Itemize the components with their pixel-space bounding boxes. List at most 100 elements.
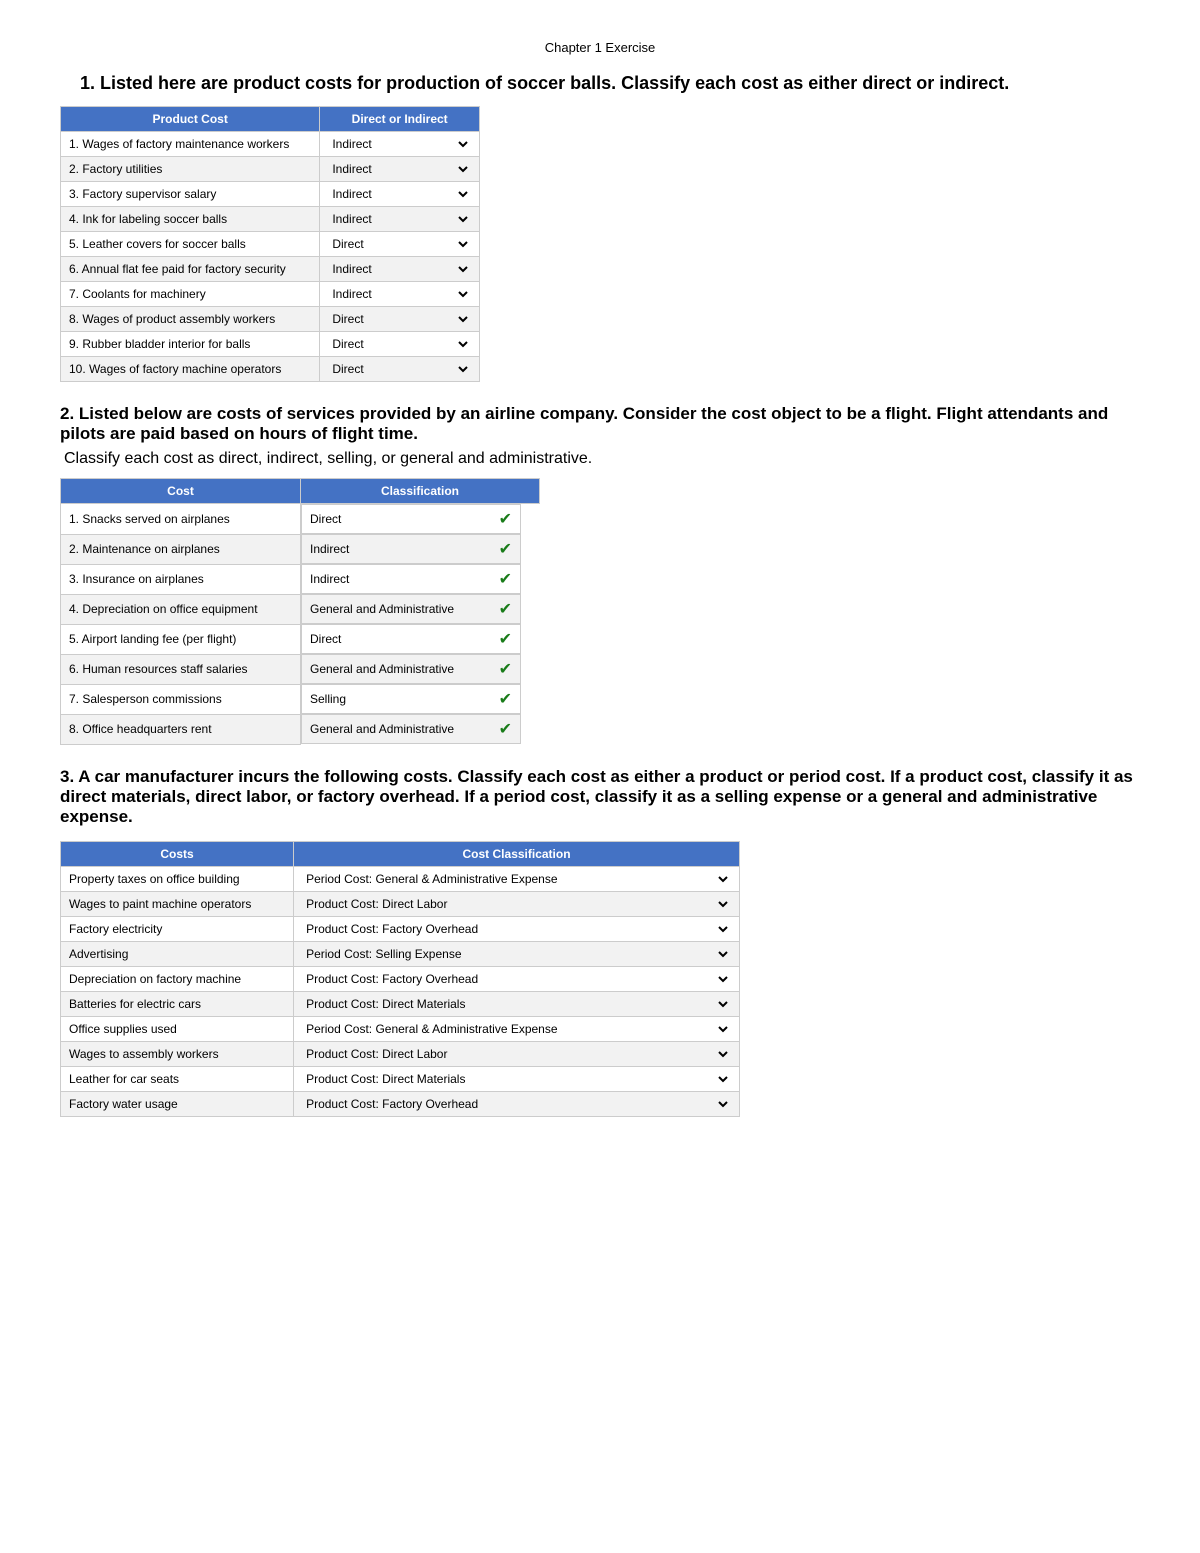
q3-row-classification-4[interactable]: Period Cost: General & Administrative Ex… — [294, 966, 740, 991]
q2-row-classification-4: Direct ✔ — [301, 624, 521, 654]
q1-select-5[interactable]: DirectIndirect — [328, 261, 471, 277]
q2-row-classification-5: General and Administrative ✔ — [301, 654, 521, 684]
q2-row-cost-4: 5. Airport landing fee (per flight) — [61, 624, 301, 654]
q1-row-cost-7: 8. Wages of product assembly workers — [61, 307, 320, 332]
q1-select-7[interactable]: DirectIndirect — [328, 311, 471, 327]
q3-row-cost-5: Batteries for electric cars — [61, 991, 294, 1016]
q2-col1-header: Cost — [61, 479, 301, 504]
q1-row-cost-1: 2. Factory utilities — [61, 157, 320, 182]
q1-row-cost-4: 5. Leather covers for soccer balls — [61, 232, 320, 257]
q3-select-0[interactable]: Period Cost: General & Administrative Ex… — [302, 871, 731, 887]
q2-row-classification-7: General and Administrative✔ — [301, 714, 521, 744]
q1-select-2[interactable]: DirectIndirect — [328, 186, 471, 202]
q1-col1-header: Product Cost — [61, 107, 320, 132]
q1-row-classification-4[interactable]: DirectIndirect — [320, 232, 480, 257]
q2-checkmark-4: ✔ — [499, 629, 512, 649]
q3-col2-header: Cost Classification — [294, 841, 740, 866]
question-2-sub: Classify each cost as direct, indirect, … — [60, 450, 1140, 468]
q2-checkmark-1: ✔ — [499, 539, 512, 559]
q1-row-classification-2[interactable]: DirectIndirect — [320, 182, 480, 207]
q2-checkmark-7: ✔ — [499, 719, 512, 739]
q2-classification-text-2: Indirect — [310, 572, 349, 586]
q1-select-8[interactable]: DirectIndirect — [328, 336, 471, 352]
q2-row-classification-0: Direct✔ — [301, 504, 521, 534]
q1-row-cost-5: 6. Annual flat fee paid for factory secu… — [61, 257, 320, 282]
q2-checkmark-0: ✔ — [499, 509, 512, 529]
q3-row-cost-6: Office supplies used — [61, 1016, 294, 1041]
q1-select-1[interactable]: DirectIndirect — [328, 161, 471, 177]
q3-row-classification-3[interactable]: Period Cost: General & Administrative Ex… — [294, 941, 740, 966]
q2-classification-text-5: General and Administrative — [310, 662, 454, 676]
question-2-section: 2. Listed below are costs of services pr… — [60, 404, 1140, 745]
q1-row-classification-8[interactable]: DirectIndirect — [320, 332, 480, 357]
q3-row-cost-3: Advertising — [61, 941, 294, 966]
q3-row-classification-0[interactable]: Period Cost: General & Administrative Ex… — [294, 866, 740, 891]
q1-row-classification-1[interactable]: DirectIndirect — [320, 157, 480, 182]
q3-select-3[interactable]: Period Cost: General & Administrative Ex… — [302, 946, 731, 962]
q3-row-classification-6[interactable]: Period Cost: General & Administrative Ex… — [294, 1016, 740, 1041]
q1-row-cost-3: 4. Ink for labeling soccer balls — [61, 207, 320, 232]
question-2-heading: 2. Listed below are costs of services pr… — [60, 404, 1140, 444]
q2-row-classification-2: Indirect ✔ — [301, 564, 521, 594]
q1-row-cost-0: 1. Wages of factory maintenance workers — [61, 132, 320, 157]
q3-row-cost-0: Property taxes on office building — [61, 866, 294, 891]
q3-select-9[interactable]: Period Cost: General & Administrative Ex… — [302, 1096, 731, 1112]
q3-row-classification-1[interactable]: Period Cost: General & Administrative Ex… — [294, 891, 740, 916]
q3-row-cost-8: Leather for car seats — [61, 1066, 294, 1091]
q2-checkmark-2: ✔ — [499, 569, 512, 589]
q1-row-classification-9[interactable]: DirectIndirect — [320, 357, 480, 382]
q2-classification-text-3: General and Administrative — [310, 602, 454, 616]
question-1-table: Product Cost Direct or Indirect 1. Wages… — [60, 106, 480, 382]
q1-select-9[interactable]: DirectIndirect — [328, 361, 471, 377]
q3-select-1[interactable]: Period Cost: General & Administrative Ex… — [302, 896, 731, 912]
q1-select-6[interactable]: DirectIndirect — [328, 286, 471, 302]
question-1-section: 1. Listed here are product costs for pro… — [60, 73, 1140, 382]
q2-row-cost-2: 3. Insurance on airplanes — [61, 564, 301, 594]
q3-select-2[interactable]: Period Cost: General & Administrative Ex… — [302, 921, 731, 937]
q2-row-cost-6: 7. Salesperson commissions — [61, 684, 301, 714]
q1-row-cost-6: 7. Coolants for machinery — [61, 282, 320, 307]
q1-row-cost-8: 9. Rubber bladder interior for balls — [61, 332, 320, 357]
q1-row-classification-6[interactable]: DirectIndirect — [320, 282, 480, 307]
q1-row-cost-9: 10. Wages of factory machine operators — [61, 357, 320, 382]
q2-classification-text-1: Indirect — [310, 542, 349, 556]
q3-select-4[interactable]: Period Cost: General & Administrative Ex… — [302, 971, 731, 987]
q1-col2-header: Direct or Indirect — [320, 107, 480, 132]
q3-select-7[interactable]: Period Cost: General & Administrative Ex… — [302, 1046, 731, 1062]
q2-checkmark-3: ✔ — [499, 599, 512, 619]
q2-row-cost-0: 1. Snacks served on airplanes — [61, 504, 301, 535]
q3-row-classification-2[interactable]: Period Cost: General & Administrative Ex… — [294, 916, 740, 941]
q1-select-3[interactable]: DirectIndirect — [328, 211, 471, 227]
q1-row-classification-0[interactable]: DirectIndirect — [320, 132, 480, 157]
q3-row-cost-1: Wages to paint machine operators — [61, 891, 294, 916]
q3-col1-header: Costs — [61, 841, 294, 866]
question-3-section: 3. A car manufacturer incurs the followi… — [60, 767, 1140, 1117]
q2-checkmark-5: ✔ — [499, 659, 512, 679]
q1-select-4[interactable]: DirectIndirect — [328, 236, 471, 252]
q1-row-classification-7[interactable]: DirectIndirect — [320, 307, 480, 332]
q3-row-classification-5[interactable]: Period Cost: General & Administrative Ex… — [294, 991, 740, 1016]
q2-row-classification-6: Selling ✔ — [301, 684, 521, 714]
q3-select-8[interactable]: Period Cost: General & Administrative Ex… — [302, 1071, 731, 1087]
q2-checkmark-6: ✔ — [499, 689, 512, 709]
question-3-heading: 3. A car manufacturer incurs the followi… — [60, 767, 1140, 827]
q2-row-cost-7: 8. Office headquarters rent — [61, 714, 301, 744]
q1-row-classification-3[interactable]: DirectIndirect — [320, 207, 480, 232]
q3-row-cost-9: Factory water usage — [61, 1091, 294, 1116]
q2-row-classification-3: General and Administrative ✔ — [301, 594, 521, 624]
question-1-heading: 1. Listed here are product costs for pro… — [60, 73, 1140, 94]
q1-row-classification-5[interactable]: DirectIndirect — [320, 257, 480, 282]
q3-select-6[interactable]: Period Cost: General & Administrative Ex… — [302, 1021, 731, 1037]
question-3-table: Costs Cost Classification Property taxes… — [60, 841, 740, 1117]
q3-row-cost-2: Factory electricity — [61, 916, 294, 941]
q3-select-5[interactable]: Period Cost: General & Administrative Ex… — [302, 996, 731, 1012]
q1-select-0[interactable]: DirectIndirect — [328, 136, 471, 152]
q2-col2-header: Classification — [301, 479, 540, 504]
q2-classification-text-6: Selling — [310, 692, 346, 706]
q3-row-classification-8[interactable]: Period Cost: General & Administrative Ex… — [294, 1066, 740, 1091]
q3-row-classification-7[interactable]: Period Cost: General & Administrative Ex… — [294, 1041, 740, 1066]
q3-row-cost-4: Depreciation on factory machine — [61, 966, 294, 991]
q3-row-classification-9[interactable]: Period Cost: General & Administrative Ex… — [294, 1091, 740, 1116]
q2-classification-text-4: Direct — [310, 632, 341, 646]
page-title: Chapter 1 Exercise — [60, 40, 1140, 55]
